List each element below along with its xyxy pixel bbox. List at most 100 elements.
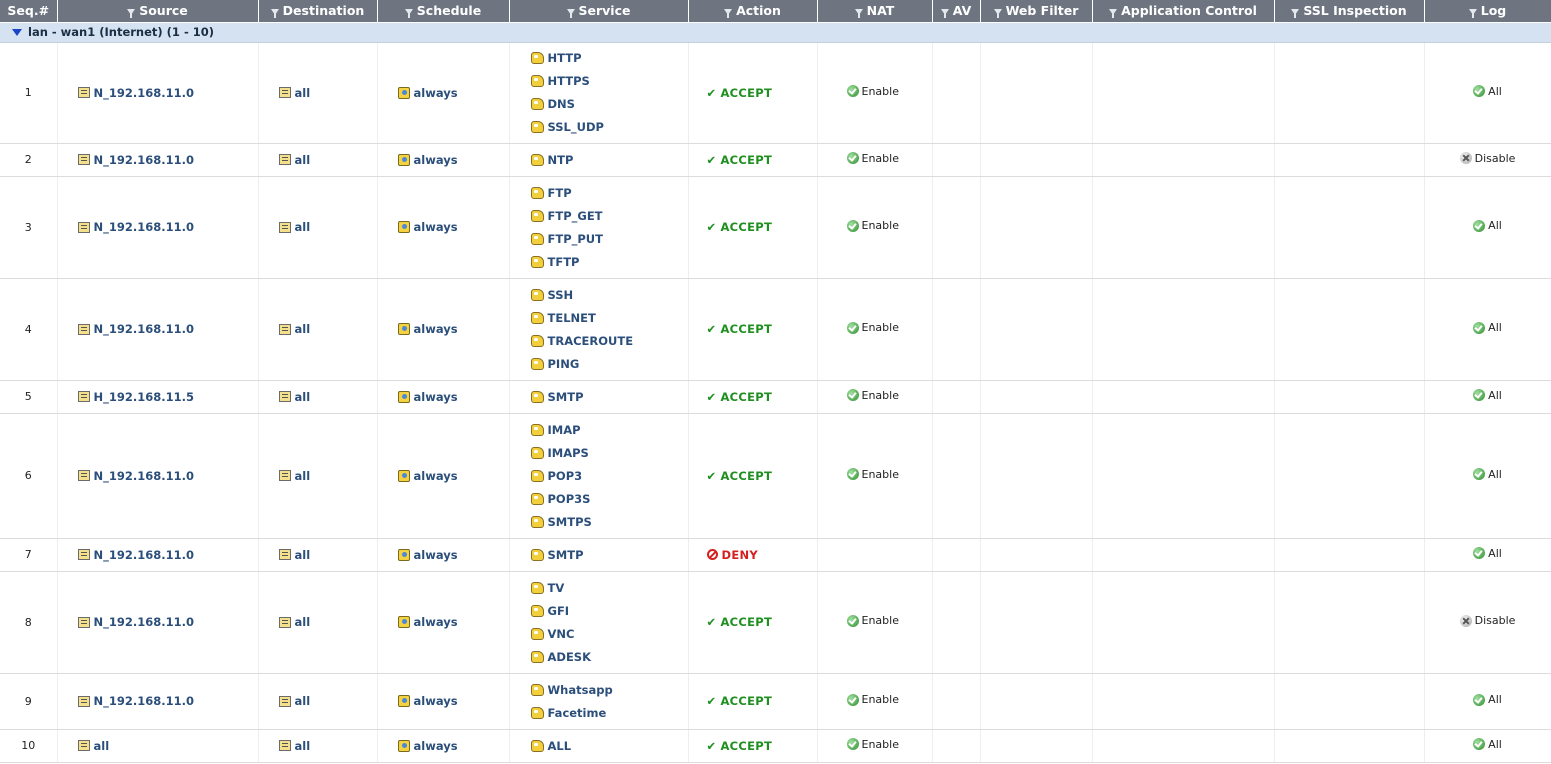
service-item[interactable]: SMTPS [530,510,684,533]
section-row[interactable]: lan - wan1 (Internet) (1 - 10) [0,22,1551,43]
policy-row[interactable]: 7 N_192.168.11.0 all always SMTP DENY All [0,538,1551,572]
filter-icon[interactable] [127,8,136,18]
service-item[interactable]: DNS [530,93,684,116]
service-item[interactable]: IMAPS [530,441,684,464]
log-status[interactable]: All [1473,219,1502,232]
log-status[interactable]: Disable [1459,152,1515,165]
policy-row[interactable]: 9 N_192.168.11.0 all always Whatsapp Facetime… [0,673,1551,730]
source-object[interactable]: N_192.168.11.0 [77,464,194,487]
nat-status[interactable]: Enable [846,219,899,232]
collapse-triangle-icon[interactable] [12,29,22,36]
action-accept[interactable]: ✔ ACCEPT [707,322,773,336]
service-item[interactable]: GFI [530,599,684,622]
source-object[interactable]: N_192.168.11.0 [77,81,194,104]
column-header-nat[interactable]: NAT [817,0,933,23]
policy-row[interactable]: 10 all all always ALL ✔ ACCEPT Enable All [0,729,1551,763]
action-accept[interactable]: ✔ ACCEPT [707,694,773,708]
policy-row[interactable]: 5 H_192.168.11.5 all always SMTP ✔ ACCEPT Enabl… [0,380,1551,414]
action-accept[interactable]: ✔ ACCEPT [707,153,773,167]
filter-icon[interactable] [854,8,863,18]
source-object[interactable]: N_192.168.11.0 [77,216,194,239]
service-item[interactable]: TELNET [530,306,684,329]
filter-icon[interactable] [270,8,279,18]
source-object[interactable]: N_192.168.11.0 [77,611,194,634]
source-object[interactable]: N_192.168.11.0 [77,543,194,566]
schedule-object[interactable]: always [397,464,458,487]
column-header-action[interactable]: Action [688,0,818,23]
service-item[interactable]: POP3 [530,464,684,487]
service-item[interactable]: VNC [530,622,684,645]
filter-icon[interactable] [1109,8,1118,18]
service-item[interactable]: FTP_GET [530,204,684,227]
log-status[interactable]: All [1473,738,1502,751]
service-item[interactable]: Facetime [530,701,684,724]
schedule-object[interactable]: always [397,216,458,239]
schedule-object[interactable]: always [397,318,458,341]
schedule-object[interactable]: always [397,611,458,634]
service-item[interactable]: IMAP [530,418,684,441]
service-item[interactable]: FTP_PUT [530,227,684,250]
column-header-source[interactable]: Source [57,0,259,23]
destination-object[interactable]: all [278,690,310,713]
column-header-destination[interactable]: Destination [258,0,378,23]
service-item[interactable]: HTTPS [530,70,684,93]
source-object[interactable]: H_192.168.11.5 [77,385,194,408]
action-accept[interactable]: ✔ ACCEPT [707,739,773,753]
nat-status[interactable]: Enable [846,152,899,165]
column-header-seq[interactable]: Seq.# [0,0,58,23]
policy-row[interactable]: 8 N_192.168.11.0 all always TV GFI VNC ADESK ✔ AC… [0,571,1551,674]
filter-icon[interactable] [404,8,413,18]
service-item[interactable]: SSL_UDP [530,116,684,139]
service-item[interactable]: Whatsapp [530,678,684,701]
filter-icon[interactable] [724,8,733,18]
nat-status[interactable]: Enable [846,738,899,751]
log-status[interactable]: All [1473,389,1502,402]
service-item[interactable]: SMTP [530,385,684,408]
service-item[interactable]: TFTP [530,250,684,273]
action-deny[interactable]: DENY [706,548,759,562]
log-status[interactable]: All [1473,321,1502,334]
log-status[interactable]: All [1473,693,1502,706]
column-header-av[interactable]: AV [932,0,981,23]
source-object[interactable]: N_192.168.11.0 [77,690,194,713]
filter-icon[interactable] [1468,8,1477,18]
nat-status[interactable]: Enable [846,85,899,98]
schedule-object[interactable]: always [397,543,458,566]
filter-icon[interactable] [993,8,1002,18]
policy-row[interactable]: 6 N_192.168.11.0 all always IMAP IMAPS POP3 POP… [0,413,1551,539]
destination-object[interactable]: all [278,148,310,171]
nat-status[interactable]: Enable [846,614,899,627]
log-status[interactable]: All [1473,547,1502,560]
schedule-object[interactable]: always [397,734,458,757]
schedule-object[interactable]: always [397,148,458,171]
schedule-object[interactable]: always [397,690,458,713]
filter-icon[interactable] [566,8,575,18]
schedule-object[interactable]: always [397,385,458,408]
destination-object[interactable]: all [278,81,310,104]
service-item[interactable]: TRACEROUTE [530,329,684,352]
column-header-log[interactable]: Log [1424,0,1551,23]
service-item[interactable]: FTP [530,181,684,204]
service-item[interactable]: HTTP [530,47,684,70]
policy-row[interactable]: 4 N_192.168.11.0 all always SSH TELNET TRACERO… [0,278,1551,381]
section-header[interactable]: lan - wan1 (Internet) (1 - 10) [0,22,1551,43]
source-object[interactable]: N_192.168.11.0 [77,148,194,171]
log-status[interactable]: All [1473,468,1502,481]
action-accept[interactable]: ✔ ACCEPT [707,86,773,100]
destination-object[interactable]: all [278,464,310,487]
action-accept[interactable]: ✔ ACCEPT [707,469,773,483]
filter-icon[interactable] [940,8,949,18]
source-object[interactable]: N_192.168.11.0 [77,318,194,341]
service-item[interactable]: ADESK [530,645,684,668]
destination-object[interactable]: all [278,385,310,408]
log-status[interactable]: All [1473,85,1502,98]
policy-row[interactable]: 2 N_192.168.11.0 all always NTP ✔ ACCEPT Enable… [0,143,1551,177]
service-item[interactable]: POP3S [530,487,684,510]
column-header-ssl-inspection[interactable]: SSL Inspection [1274,0,1425,23]
service-item[interactable]: SSH [530,283,684,306]
column-header-service[interactable]: Service [509,0,689,23]
destination-object[interactable]: all [278,611,310,634]
destination-object[interactable]: all [278,543,310,566]
service-item[interactable]: ALL [530,734,684,757]
policy-row[interactable]: 1 N_192.168.11.0 all always HTTP HTTPS DNS SSL_… [0,42,1551,144]
